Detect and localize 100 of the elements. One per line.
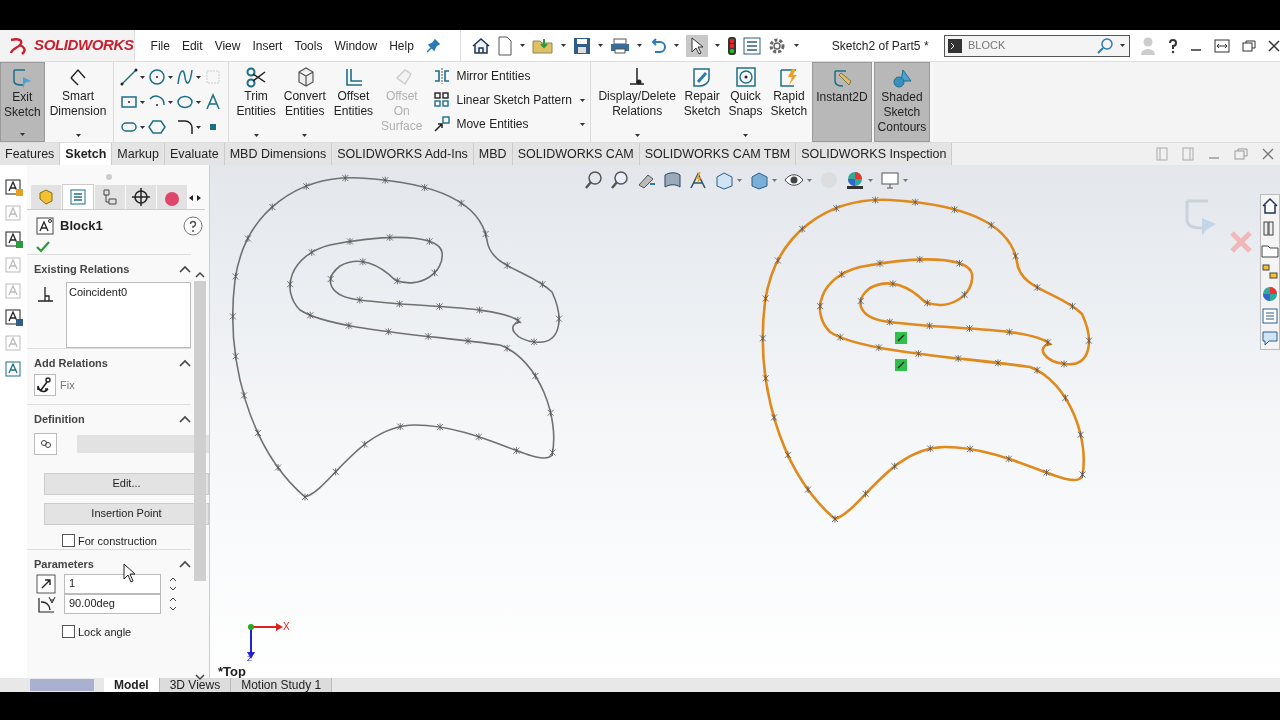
ribbon-button[interactable]: Rapid Sketch xyxy=(767,62,811,142)
tree-icon[interactable] xyxy=(1261,263,1279,281)
caret-icon[interactable] xyxy=(139,74,147,80)
collapse-icon[interactable] xyxy=(179,415,191,424)
command-tab[interactable]: SOLIDWORKS CAM TBM xyxy=(639,143,797,165)
list-icon[interactable] xyxy=(742,36,761,55)
input-field[interactable]: 1 xyxy=(64,573,161,594)
caret-icon[interactable] xyxy=(633,133,641,138)
scroll-arrows-icon[interactable] xyxy=(188,193,202,203)
caret-icon[interactable] xyxy=(579,97,587,103)
view-tab[interactable]: Motion Study 1 xyxy=(231,678,333,692)
fillet-icon[interactable] xyxy=(176,118,195,136)
ribbon-button[interactable]: Convert Entities xyxy=(280,62,329,142)
section-view-icon[interactable] xyxy=(662,170,682,190)
panel-button[interactable]: Insertion Point xyxy=(44,502,209,525)
pin-icon[interactable] xyxy=(425,38,440,53)
block-save-icon[interactable] xyxy=(3,307,24,327)
caret-icon[interactable] xyxy=(713,43,721,48)
view-tab[interactable]: 3D Views xyxy=(159,678,232,692)
config-tree-icon[interactable] xyxy=(100,187,120,207)
caret-icon[interactable] xyxy=(635,43,643,48)
belt-icon[interactable] xyxy=(3,359,24,379)
input-field[interactable]: 90.00deg xyxy=(64,593,161,614)
crosshair-icon[interactable] xyxy=(131,187,151,207)
block-icon[interactable] xyxy=(3,177,24,197)
polygon-icon[interactable] xyxy=(148,118,167,136)
home-icon[interactable] xyxy=(1261,197,1279,215)
caret-icon[interactable] xyxy=(518,43,526,48)
command-tab[interactable]: MBD xyxy=(473,143,513,165)
restore-icon[interactable] xyxy=(1242,39,1256,52)
save-icon[interactable] xyxy=(572,36,591,55)
command-tab[interactable]: SOLIDWORKS Add-Ins xyxy=(332,143,474,165)
handle-icon[interactable] xyxy=(895,359,907,371)
ribbon-button[interactable]: Smart Dimension xyxy=(46,62,110,142)
monitor-icon[interactable] xyxy=(880,170,900,190)
command-tab[interactable]: SOLIDWORKS Inspection xyxy=(796,143,953,165)
relations-list[interactable]: Coincident0 xyxy=(66,281,191,348)
ellipse-icon[interactable] xyxy=(176,93,195,111)
dynamic-annotation-icon[interactable] xyxy=(688,170,708,190)
command-tab[interactable]: Features xyxy=(0,143,61,165)
command-tab[interactable]: Evaluate xyxy=(165,143,225,165)
menu-item[interactable]: Insert xyxy=(246,36,289,55)
help-icon[interactable] xyxy=(183,216,203,236)
menu-item[interactable]: File xyxy=(144,36,176,55)
menu-item[interactable]: Window xyxy=(328,36,384,55)
caret-icon[interactable] xyxy=(167,74,175,80)
menu-item[interactable]: Tools xyxy=(288,36,329,55)
help-icon[interactable] xyxy=(1168,37,1178,54)
collapse-icon[interactable] xyxy=(195,271,205,279)
view-orientation-icon[interactable] xyxy=(714,170,734,190)
rectangle-icon[interactable] xyxy=(120,93,139,111)
printer-icon[interactable] xyxy=(609,37,630,54)
home-icon[interactable] xyxy=(470,36,491,55)
display-style-icon[interactable] xyxy=(749,170,769,190)
command-tab[interactable]: MBD Dimensions xyxy=(224,143,333,165)
part-icon[interactable] xyxy=(36,187,56,207)
ribbon-button[interactable]: Quick Snaps xyxy=(725,62,766,142)
select-button[interactable] xyxy=(685,34,708,57)
caret-icon[interactable] xyxy=(195,99,203,105)
caret-icon[interactable] xyxy=(139,99,147,105)
list-item[interactable]: Coincident0 xyxy=(69,283,188,300)
zoom-fit-icon[interactable] xyxy=(584,170,604,190)
ribbon-button[interactable]: Mirror Entities xyxy=(433,67,587,85)
spline-icon[interactable] xyxy=(176,68,195,86)
ribbon-button[interactable]: Instant2D xyxy=(812,62,872,142)
search-field[interactable]: BLOCK xyxy=(943,34,1130,57)
caret-icon[interactable] xyxy=(742,133,750,138)
caret-icon[interactable] xyxy=(195,124,203,130)
caret-icon[interactable] xyxy=(792,43,800,48)
close-icon[interactable] xyxy=(1268,39,1280,52)
menu-item[interactable]: Help xyxy=(383,36,420,55)
property-list-icon[interactable] xyxy=(68,187,88,207)
text-icon[interactable] xyxy=(204,93,223,111)
caret-icon[interactable] xyxy=(1119,43,1126,48)
menu-item[interactable]: Edit xyxy=(175,36,209,55)
caret-icon[interactable] xyxy=(167,99,175,105)
collapse-icon[interactable] xyxy=(179,358,191,367)
fit-window-icon[interactable] xyxy=(1214,38,1230,53)
caret-icon[interactable] xyxy=(672,43,680,48)
comment-icon[interactable] xyxy=(1261,329,1279,347)
folder-icon[interactable] xyxy=(531,36,554,55)
command-tab[interactable]: SOLIDWORKS CAM xyxy=(512,143,640,165)
ok-icon[interactable] xyxy=(35,240,51,254)
ribbon-button[interactable]: Display/Delete Relations xyxy=(595,62,679,142)
ribbon-button[interactable]: Move Entities xyxy=(433,115,587,133)
panel-button[interactable]: Edit... xyxy=(44,472,209,495)
checkbox[interactable] xyxy=(62,625,75,639)
caret-icon[interactable] xyxy=(301,133,309,138)
sketch-block-drawing[interactable] xyxy=(229,174,563,501)
ribbon-button[interactable]: Shaded Sketch Contours xyxy=(873,62,931,142)
checkbox[interactable] xyxy=(62,534,75,548)
caret-icon[interactable] xyxy=(559,43,567,48)
line-icon[interactable] xyxy=(120,68,139,86)
caret-icon[interactable] xyxy=(252,133,260,138)
menu-item[interactable]: View xyxy=(208,36,247,55)
block-name-field[interactable] xyxy=(77,434,209,453)
collapse-icon[interactable] xyxy=(179,560,191,569)
ribbon-button[interactable]: Repair Sketch xyxy=(680,62,724,142)
ribbon-button[interactable]: Offset Entities xyxy=(330,62,377,142)
ribbon-button[interactable]: Exit Sketch xyxy=(0,62,45,142)
